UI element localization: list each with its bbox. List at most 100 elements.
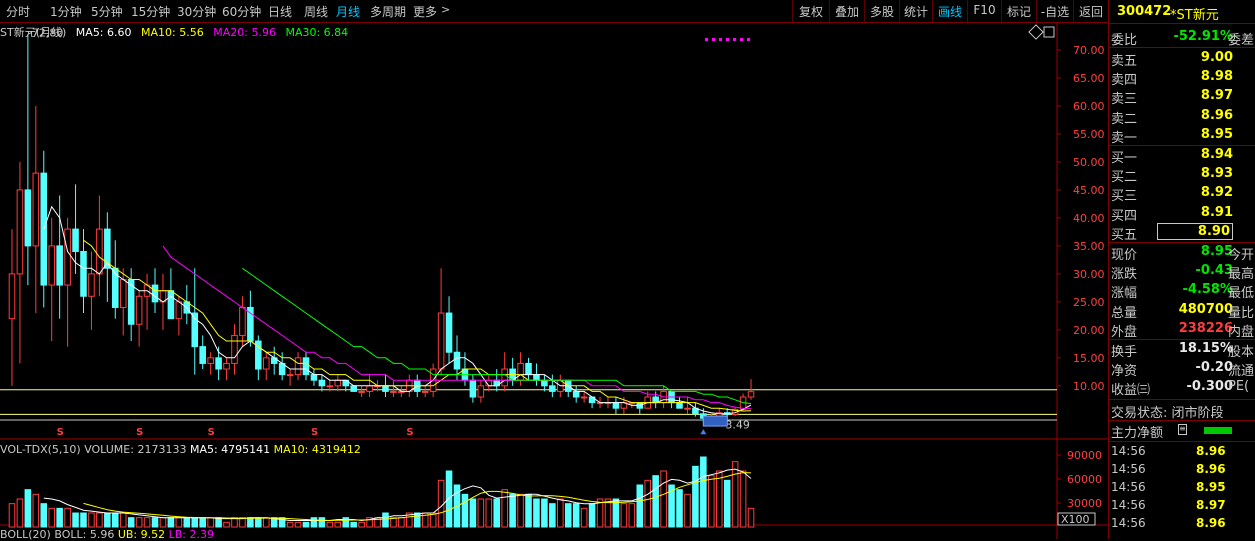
volume-bar xyxy=(628,503,636,528)
candle-body xyxy=(24,189,32,247)
f10-button[interactable]: F10 xyxy=(967,0,1001,22)
volume-bar xyxy=(517,493,524,528)
candle-body xyxy=(421,390,429,393)
tick-time: 14:56 xyxy=(1111,480,1146,494)
tick-row: 14:56 8.97 xyxy=(1111,497,1255,515)
stat2-row-1: 净资 -0.20 流通 xyxy=(1111,359,1255,379)
stat-row-3-ext-label: 量比 xyxy=(1228,305,1255,321)
stat-row-3-label: 总量 xyxy=(1111,305,1138,321)
period-tab-timeshare[interactable]: 分时 xyxy=(6,3,30,20)
volume-bar xyxy=(262,517,270,528)
bid-row-1-label: 买一 xyxy=(1111,151,1138,166)
candle-body xyxy=(119,278,127,308)
candle-body xyxy=(445,312,453,353)
price-tick-label: 55.00 xyxy=(1073,128,1105,141)
period-tab-week[interactable]: 周线 xyxy=(304,3,328,20)
volume-bar xyxy=(588,503,596,528)
volume-bar xyxy=(56,507,63,528)
candle-body xyxy=(72,228,79,252)
price-tick-label: 25.00 xyxy=(1073,296,1105,309)
period-tab-multi[interactable]: 多周期 xyxy=(370,3,406,20)
period-tab-5min[interactable]: 5分钟 xyxy=(91,3,123,20)
candle-body xyxy=(525,362,532,376)
period-tab-day[interactable]: 日线 xyxy=(268,3,292,20)
price-tick-label: 20.00 xyxy=(1073,324,1105,337)
candle-body xyxy=(262,357,270,370)
volume-bar xyxy=(509,493,516,528)
volume-bar xyxy=(334,521,342,528)
volume-tick-label: 90000 xyxy=(1067,449,1102,462)
candle-body xyxy=(175,301,183,320)
ask-row-1-label: 卖一 xyxy=(1111,130,1138,146)
list-icon[interactable]: ≡ xyxy=(1178,424,1187,435)
candle-body xyxy=(358,390,365,393)
candle-body xyxy=(16,189,24,275)
bid-row-5-value: 8.90 xyxy=(1156,222,1233,240)
bid-row-2: 买二 8.93 xyxy=(1111,165,1255,185)
period-tab-month[interactable]: 月线 xyxy=(336,3,360,20)
s-marker: S xyxy=(311,427,318,438)
candle-body xyxy=(350,385,357,392)
multi-stock-button[interactable]: 多股 xyxy=(864,0,899,22)
restore-rights-button[interactable]: 复权 xyxy=(792,0,829,22)
period-tab-30min[interactable]: 30分钟 xyxy=(177,3,216,20)
stat-row-4: 外盘 238226 内盘 xyxy=(1111,320,1255,340)
volume-bar xyxy=(88,512,95,528)
ask-row-5: 卖五 9.00 xyxy=(1111,49,1255,69)
tick-price: 8.95 xyxy=(1196,480,1226,494)
overlay-button[interactable]: 叠加 xyxy=(829,0,864,22)
volume-bar xyxy=(469,498,477,528)
ask-row-2: 卖二 8.96 xyxy=(1111,107,1255,127)
volume-bar xyxy=(445,470,453,528)
draw-line-button[interactable]: 画线 xyxy=(932,0,967,22)
s-marker: S xyxy=(136,427,143,438)
volume-bar xyxy=(461,493,469,528)
period-tab-1min[interactable]: 1分钟 xyxy=(50,3,82,20)
weicha-label: 委差 xyxy=(1228,33,1255,48)
price-tick-label: 50.00 xyxy=(1073,156,1105,169)
kline-chart[interactable]: 70.00 65.00 60.00 55.00 50.00 45.00 40.00 35.00… xyxy=(0,22,1108,539)
ask-row-3-label: 卖三 xyxy=(1111,92,1138,108)
bid-row-5: 买五 8.90 xyxy=(1111,222,1255,243)
period-toolbar: 分时 1分钟 5分钟 15分钟 30分钟 60分钟 日线 周线 月线 多周期 更… xyxy=(0,0,1108,23)
candle-body xyxy=(294,357,302,376)
period-tab-more[interactable]: 更多 xyxy=(413,3,437,20)
boll-value: BOLL: 5.96 xyxy=(54,528,115,541)
main-net-row[interactable]: 主力净额 ≡ xyxy=(1111,421,1255,441)
ma5-line xyxy=(43,205,752,415)
candle-body xyxy=(286,374,294,377)
tick-price: 8.97 xyxy=(1196,498,1226,512)
chevron-right-icon[interactable]: > xyxy=(441,3,450,16)
low-price-label: 3.49 xyxy=(725,418,750,431)
volume-bar xyxy=(564,503,572,528)
ask-row-4-value: 8.98 xyxy=(1200,69,1233,85)
volume-bar xyxy=(96,512,103,528)
volume-unit-label: X100 xyxy=(1061,513,1090,526)
mark-button[interactable]: 标记 xyxy=(1001,0,1036,22)
statistics-button[interactable]: 统计 xyxy=(899,0,932,22)
bid-row-4-label: 买四 xyxy=(1111,208,1138,224)
candle-body xyxy=(167,290,175,320)
volume-bar xyxy=(255,517,262,528)
volume-bar xyxy=(700,456,707,528)
period-tab-15min[interactable]: 15分钟 xyxy=(131,3,170,20)
price-tick-label: 60.00 xyxy=(1073,100,1105,113)
stat-row-2: 涨幅 -4.58% 最低 xyxy=(1111,281,1255,301)
volume-bar xyxy=(294,521,302,528)
volume-bar xyxy=(572,503,580,528)
period-tab-60min[interactable]: 60分钟 xyxy=(222,3,261,20)
volume-bar xyxy=(223,521,230,528)
ask-row-2-label: 卖二 xyxy=(1111,111,1138,127)
tick-time: 14:56 xyxy=(1111,444,1146,458)
ask-row-3-value: 8.97 xyxy=(1200,88,1233,104)
volume-bar xyxy=(40,503,48,528)
ask-row-4-label: 卖四 xyxy=(1111,73,1138,89)
back-button[interactable]: 返回 xyxy=(1073,0,1108,22)
volume-bar xyxy=(104,512,111,528)
volume-bar xyxy=(302,521,310,528)
candle-body xyxy=(80,250,87,297)
volume-bar xyxy=(32,493,40,528)
candle-body xyxy=(676,402,683,409)
add-favorite-button[interactable]: -自选 xyxy=(1036,0,1073,22)
stat-row-1-label: 涨跌 xyxy=(1111,267,1138,283)
